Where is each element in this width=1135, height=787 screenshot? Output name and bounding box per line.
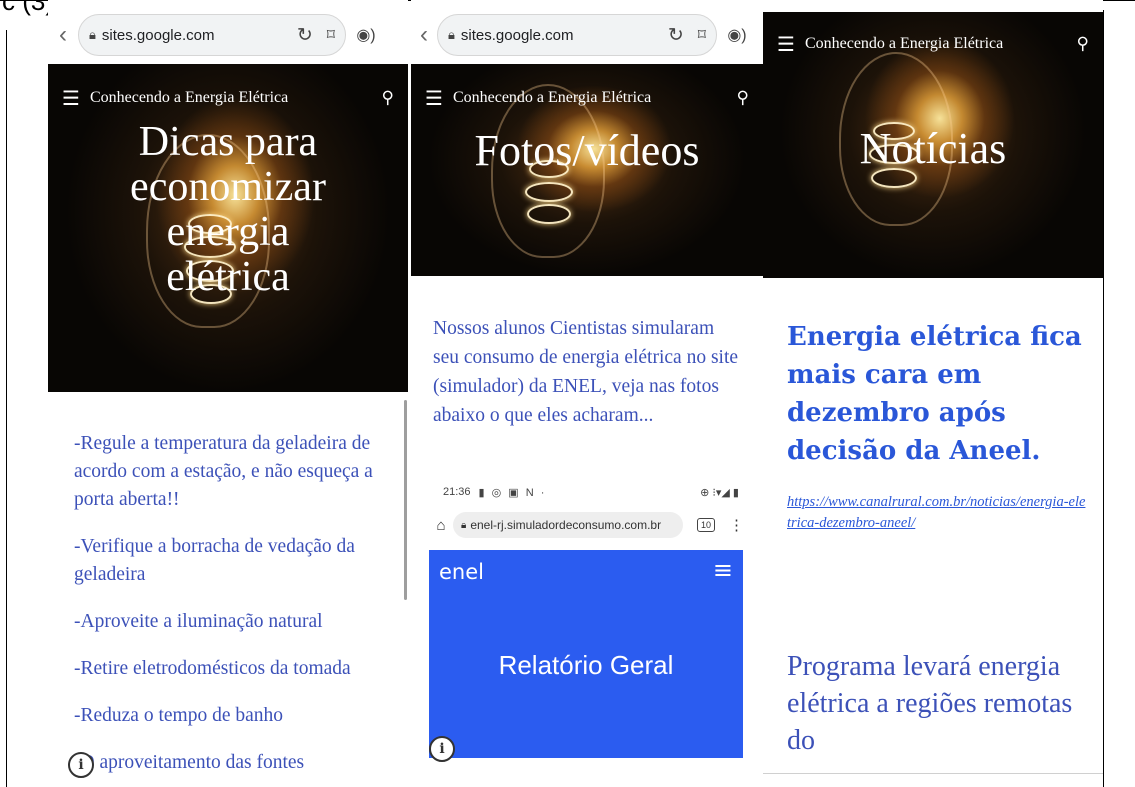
title-line: elétrica — [166, 254, 290, 300]
url-text: sites.google.com — [460, 26, 574, 44]
tab-count: 10 — [697, 518, 716, 532]
news-headline-2[interactable]: Programa levará energia elétrica a regiõ… — [787, 648, 1087, 759]
home-icon: ⌂ — [436, 516, 446, 534]
read-aloud-icon[interactable]: ◉) — [717, 25, 757, 45]
url-text: sites.google.com — [101, 26, 215, 44]
divider — [763, 773, 1103, 774]
menu-icon[interactable]: ☰ — [62, 86, 80, 110]
screenshot-noticias: ☰ Conhecendo a Energia Elétrica ⚲ Notíci… — [763, 0, 1103, 787]
filament-decor — [527, 204, 571, 224]
search-icon[interactable]: ⚲ — [1077, 34, 1089, 54]
title-line: energia — [166, 209, 290, 255]
reload-icon[interactable]: ↻ — [297, 24, 313, 47]
bookmark-icon[interactable]: ⌑ — [698, 25, 706, 45]
tip-item: -Verifique a borracha de vedação da gela… — [74, 536, 355, 585]
embedded-address-bar: ⌂ 🔒︎ enel-rj.simuladordeconsumo.com.br 1… — [429, 508, 749, 542]
read-aloud-icon[interactable]: ◉) — [346, 25, 386, 45]
filament-decor — [525, 182, 573, 202]
site-title[interactable]: Conhecendo a Energia Elétrica — [453, 89, 651, 107]
back-icon[interactable]: ‹ — [48, 21, 78, 49]
frame-right-rule — [1103, 10, 1104, 787]
enel-page: enel ≡ Relatório Geral — [429, 550, 743, 758]
search-icon[interactable]: ⚲ — [737, 88, 749, 108]
status-icons-right: ⊕ ⁝▾◢ ▮ — [700, 487, 739, 499]
page-title: Notícias — [859, 124, 1007, 173]
tips-list: -Regule a temperatura da geladeira de ac… — [74, 430, 394, 787]
browser-toolbar: ‹ 🔒︎ sites.google.com ↻ ⌑ ◉) — [411, 8, 763, 62]
browser-toolbar: ‹ 🔒︎ sites.google.com ↻ ⌑ ◉) — [48, 8, 408, 62]
frame-left-rule — [6, 30, 7, 787]
enel-report-title: Relatório Geral — [498, 650, 674, 680]
news-headline[interactable]: Energia elétrica fica mais cara em dezem… — [787, 318, 1087, 470]
reload-icon[interactable]: ↻ — [668, 24, 684, 47]
news-link[interactable]: https://www.canalrural.com.br/noticias/e… — [787, 492, 1087, 534]
lock-icon: 🔒︎ — [448, 27, 455, 42]
tip-item: -Regule a temperatura da geladeira de ac… — [74, 433, 373, 510]
back-icon[interactable]: ‹ — [411, 21, 437, 49]
tip-item: -O aproveitamento das fontes — [74, 752, 305, 773]
embedded-screenshot: 21:36 ▮ ◎ ▣ N · ⊕ ⁝▾◢ ▮ ⌂ 🔒︎ enel-rj.sim… — [429, 478, 749, 758]
hero-banner: ☰ Conhecendo a Energia Elétrica ⚲ Notíci… — [763, 12, 1103, 278]
search-icon[interactable]: ⚲ — [382, 88, 394, 108]
embedded-url-text: enel-rj.simuladordeconsumo.com.br — [470, 518, 662, 532]
site-title[interactable]: Conhecendo a Energia Elétrica — [90, 89, 288, 107]
status-icons: ▮ ◎ ▣ N · — [478, 487, 547, 499]
menu-icon[interactable]: ☰ — [425, 86, 443, 110]
bookmark-icon[interactable]: ⌑ — [327, 25, 335, 45]
info-icon[interactable]: i — [68, 752, 94, 778]
enel-logo: enel — [439, 560, 484, 584]
site-nav: ☰ Conhecendo a Energia Elétrica ⚲ — [62, 86, 394, 110]
site-nav: ☰ Conhecendo a Energia Elétrica ⚲ — [777, 32, 1089, 56]
title-line: Dicas para — [138, 119, 318, 165]
embedded-url-pill: 🔒︎ enel-rj.simuladordeconsumo.com.br — [453, 512, 683, 538]
screenshot-fotos: ‹ 🔒︎ sites.google.com ↻ ⌑ ◉) ☰ Conhecend… — [411, 0, 763, 787]
address-bar[interactable]: 🔒︎ sites.google.com ↻ ⌑ — [437, 14, 717, 56]
screenshot-dicas: ‹ 🔒︎ sites.google.com ↻ ⌑ ◉) ☰ Conhecend… — [48, 0, 408, 787]
tip-item: -Reduza o tempo de banho — [74, 705, 284, 726]
hero-banner: ☰ Conhecendo a Energia Elétrica ⚲ Fotos/… — [411, 64, 763, 276]
status-time: 21:36 — [443, 486, 471, 498]
scrollbar[interactable] — [404, 400, 407, 600]
phone-status-bar: 21:36 ▮ ◎ ▣ N · ⊕ ⁝▾◢ ▮ — [443, 486, 739, 499]
intro-text: Nossos alunos Cientistas simularam seu c… — [433, 318, 739, 426]
more-icon: ⋮ — [729, 517, 745, 534]
menu-icon[interactable]: ☰ — [777, 32, 795, 56]
tip-item: -Retire eletrodomésticos da tomada — [74, 658, 351, 679]
lock-icon: 🔒︎ — [89, 27, 96, 42]
tip-item: -Aproveite a iluminação natural — [74, 611, 323, 632]
info-icon[interactable]: i — [429, 736, 455, 762]
lock-icon: 🔒︎ — [461, 519, 467, 531]
site-title[interactable]: Conhecendo a Energia Elétrica — [805, 35, 1003, 53]
page-title: Fotos/vídeos — [474, 126, 700, 175]
address-bar[interactable]: 🔒︎ sites.google.com ↻ ⌑ — [78, 14, 346, 56]
page-title: Dicas para economizar energia elétrica — [48, 120, 408, 300]
hero-banner: ☰ Conhecendo a Energia Elétrica ⚲ Dicas … — [48, 64, 408, 392]
menu-icon: ≡ — [712, 556, 733, 584]
site-nav: ☰ Conhecendo a Energia Elétrica ⚲ — [425, 86, 749, 110]
title-line: economizar — [130, 164, 326, 210]
